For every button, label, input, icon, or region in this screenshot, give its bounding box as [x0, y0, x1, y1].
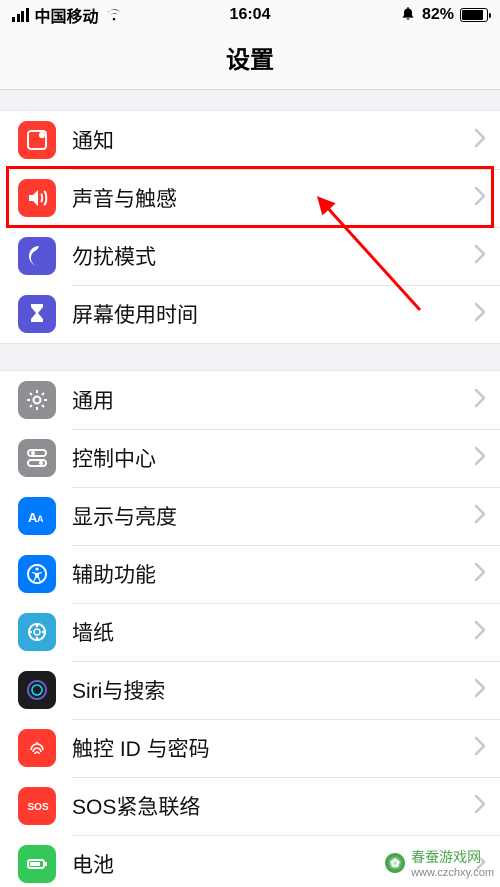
row-label: Siri与搜索 [72, 675, 474, 705]
row-notifications[interactable]: 通知 [0, 111, 500, 169]
row-siri-search[interactable]: Siri与搜索 [0, 661, 500, 719]
moon-icon [18, 237, 56, 275]
row-label: 勿扰模式 [72, 241, 474, 271]
chevron-right-icon [474, 446, 486, 471]
sos-icon: SOS [18, 787, 56, 825]
row-do-not-disturb[interactable]: 勿扰模式 [0, 227, 500, 285]
chevron-right-icon [474, 794, 486, 819]
sound-icon [18, 179, 56, 217]
chevron-right-icon [474, 736, 486, 761]
chevron-right-icon [474, 504, 486, 529]
row-battery[interactable]: 电池 [0, 835, 500, 887]
hourglass-icon [18, 295, 56, 333]
chevron-right-icon [474, 186, 486, 211]
notifications-icon [18, 121, 56, 159]
chevron-right-icon [474, 852, 486, 877]
chevron-right-icon [474, 388, 486, 413]
gear-icon [18, 381, 56, 419]
chevron-right-icon [474, 128, 486, 153]
status-right: 82% [400, 5, 488, 26]
chevron-right-icon [474, 244, 486, 269]
wifi-icon [105, 4, 123, 27]
fingerprint-icon [18, 729, 56, 767]
chevron-right-icon [474, 678, 486, 703]
battery-icon [460, 8, 488, 22]
svg-text:SOS: SOS [28, 802, 49, 813]
row-label: 通用 [72, 385, 474, 415]
svg-text:A: A [37, 514, 44, 524]
siri-icon [18, 671, 56, 709]
text-size-icon: AA [18, 497, 56, 535]
row-label: 屏幕使用时间 [72, 299, 474, 329]
row-label: 声音与触感 [72, 183, 474, 213]
alarm-icon [400, 5, 416, 26]
row-label: 辅助功能 [72, 559, 474, 589]
row-label: 通知 [72, 125, 474, 155]
signal-icon [12, 8, 29, 22]
toggles-icon [18, 439, 56, 477]
row-screen-time[interactable]: 屏幕使用时间 [0, 285, 500, 343]
row-label: 触控 ID 与密码 [72, 733, 474, 763]
battery-pct: 82% [422, 6, 454, 24]
row-label: 电池 [72, 849, 474, 879]
row-general[interactable]: 通用 [0, 371, 500, 429]
page-title: 设置 [0, 30, 500, 90]
clock: 16:04 [230, 6, 271, 24]
row-label: 墙纸 [72, 617, 474, 647]
row-label: 显示与亮度 [72, 501, 474, 531]
carrier-label: 中国移动 [35, 3, 99, 27]
row-sos[interactable]: SOS SOS紧急联络 [0, 777, 500, 835]
row-label: 控制中心 [72, 443, 474, 473]
row-touchid-passcode[interactable]: 触控 ID 与密码 [0, 719, 500, 777]
chevron-right-icon [474, 620, 486, 645]
chevron-right-icon [474, 302, 486, 327]
settings-group-2: 通用 控制中心 AA 显示与亮度 辅助功能 墙纸 Siri与搜索 [0, 370, 500, 887]
battery-settings-icon [18, 845, 56, 883]
settings-group-1: 通知 声音与触感 勿扰模式 屏幕使用时间 [0, 110, 500, 344]
row-wallpaper[interactable]: 墙纸 [0, 603, 500, 661]
row-control-center[interactable]: 控制中心 [0, 429, 500, 487]
accessibility-icon [18, 555, 56, 593]
row-label: SOS紧急联络 [72, 791, 474, 821]
wallpaper-icon [18, 613, 56, 651]
status-left: 中国移动 [12, 3, 123, 27]
row-sounds-haptics[interactable]: 声音与触感 [0, 169, 500, 227]
row-accessibility[interactable]: 辅助功能 [0, 545, 500, 603]
chevron-right-icon [474, 562, 486, 587]
row-display-brightness[interactable]: AA 显示与亮度 [0, 487, 500, 545]
status-bar: 中国移动 16:04 82% [0, 0, 500, 30]
